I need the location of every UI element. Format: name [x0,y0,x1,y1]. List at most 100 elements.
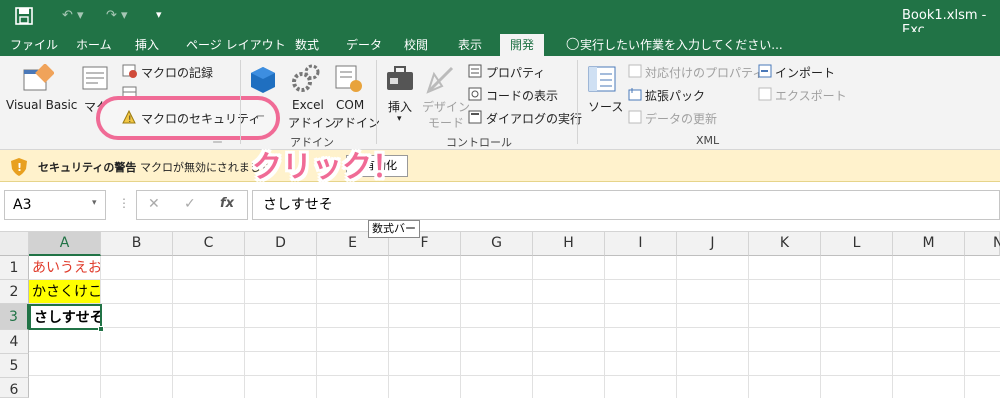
design-mode-label2[interactable]: モード [428,114,464,131]
tab-file[interactable]: ファイル [10,36,58,53]
row-header[interactable]: 3 [0,304,29,330]
name-box[interactable]: A3 [4,190,106,220]
lightbulb-icon: ◯ [566,36,580,50]
warning-icon: ! [122,110,136,124]
tab-review[interactable]: 校閲 [404,36,428,53]
save-icon[interactable] [15,7,33,25]
insert-control-button[interactable]: 挿入 [388,98,412,115]
redo-icon[interactable]: ↷ ▾ [106,8,128,23]
visual-basic-icon [23,64,54,91]
insert-dropdown-icon[interactable]: ▾ [397,114,402,124]
com-addins-label1[interactable]: COM [336,98,364,112]
macro-security-button[interactable]: マクロのセキュリティ [141,110,260,127]
expansion-packs-icon [628,88,642,101]
row-header[interactable]: 2 [0,280,29,304]
refresh-data-icon [628,110,642,124]
run-dialog-icon [468,110,482,124]
formula-input[interactable]: さしすせそ [252,190,1000,220]
cell-a3[interactable]: さしすせそ [29,304,102,330]
qat-customize-icon[interactable]: ▾ [156,8,162,21]
ribbon: Visual Basic マク マクロの記録 ! マクロのセキュリティ ⌐ ー … [0,56,1000,150]
properties-button[interactable]: プロパティ [486,64,545,81]
formula-row: A3 ▾ ⋮ ✕ ✓ fx さしすせそ 数式バー [0,182,1000,238]
cancel-icon[interactable]: ✕ [148,196,160,212]
column-header[interactable]: K [749,232,821,256]
record-macro-icon [122,64,137,78]
name-box-dropdown-icon[interactable]: ▾ [92,198,97,208]
map-properties-icon [628,64,642,78]
row-header[interactable]: 4 [0,330,29,354]
security-warning-title: セキュリティの警告 [38,161,137,174]
column-header[interactable]: A [29,232,101,256]
column-header[interactable]: I [605,232,677,256]
undo-icon[interactable]: ↶ ▾ [62,8,84,23]
com-addins-icon [335,65,362,92]
tab-formulas[interactable]: 数式 [295,36,319,53]
column-header[interactable]: L [821,232,893,256]
import-icon [758,64,772,78]
column-header[interactable]: B [101,232,173,256]
select-all-corner[interactable] [0,232,29,256]
row-header[interactable]: 5 [0,354,29,378]
refresh-data-button[interactable]: データの更新 [645,110,717,127]
controls-group-label: コントロール [446,136,512,149]
title-bar: ↶ ▾ ↷ ▾ ▾ Book1.xlsm - Exc [0,0,1000,38]
addins-store-icon [251,67,275,93]
column-header[interactable]: N [965,232,1000,256]
design-mode-icon [426,66,454,94]
tab-developer[interactable]: 開発 [500,34,545,56]
cell-a2[interactable]: かさくけこ [29,280,101,304]
tab-home[interactable]: ホーム [76,36,112,53]
ribbon-separator [240,60,241,144]
ribbon-separator [376,60,377,144]
column-header[interactable]: C [173,232,245,256]
view-code-icon [468,87,482,101]
code-group-label: ー [212,136,223,149]
column-header[interactable]: J [677,232,749,256]
xml-source-button[interactable]: ソース [588,98,623,115]
insert-function-icon[interactable]: fx [220,196,234,211]
tab-insert[interactable]: 挿入 [135,36,159,53]
column-header[interactable]: D [245,232,317,256]
column-header[interactable]: M [893,232,965,256]
code-group-launcher-icon: ⌐ [256,110,266,123]
shield-icon: ! [11,158,27,176]
security-warning-bar: ! セキュリティの警告 マクロが無効にされました。 有効化 [0,150,1000,182]
tab-data[interactable]: データ [346,36,382,53]
import-button[interactable]: インポート [775,64,835,81]
formula-bar-tooltip: 数式バー [368,220,420,238]
expansion-packs-button[interactable]: 拡張パック [645,87,705,104]
svg-text:!: ! [17,161,22,174]
excel-addins-icon [292,64,320,92]
visual-basic-button[interactable]: Visual Basic [6,98,77,112]
column-header[interactable]: G [461,232,533,256]
excel-addins-label1[interactable]: Excel [292,98,324,112]
export-icon [758,87,772,101]
tab-view[interactable]: 表示 [458,36,482,53]
excel-addins-label2[interactable]: アドイン [288,114,336,131]
cell-area[interactable] [29,256,1000,398]
tell-me-input[interactable]: 実行したい作業を入力してください... [580,36,783,53]
xml-group-label: XML [696,134,720,147]
map-properties-button[interactable]: 対応付けのプロパティ [645,64,764,81]
row-header[interactable]: 6 [0,378,29,398]
export-button[interactable]: エクスポート [775,87,847,104]
more-icon: ⋮ [118,196,130,210]
row-header[interactable]: 1 [0,256,29,280]
macros-icon [82,66,108,90]
com-addins-label2[interactable]: アドイン [332,114,380,131]
cell-a1[interactable]: あいうえお [29,256,101,280]
insert-control-icon [387,66,413,90]
design-mode-label1[interactable]: デザイン [422,98,470,115]
view-code-button[interactable]: コードの表示 [486,87,558,104]
svg-text:!: ! [128,115,132,124]
ribbon-tabs: ファイル ホーム 挿入 ページ レイアウト 数式 データ 校閲 表示 開発 ◯ … [0,32,1000,56]
ribbon-separator [577,60,578,144]
record-macro-button[interactable]: マクロの記録 [141,64,213,81]
column-header[interactable]: H [533,232,605,256]
tab-page-layout[interactable]: ページ レイアウト [186,36,286,53]
run-dialog-button[interactable]: ダイアログの実行 [486,110,582,127]
fill-handle[interactable] [98,326,104,332]
enter-icon[interactable]: ✓ [184,196,196,212]
xml-source-icon [588,66,616,92]
